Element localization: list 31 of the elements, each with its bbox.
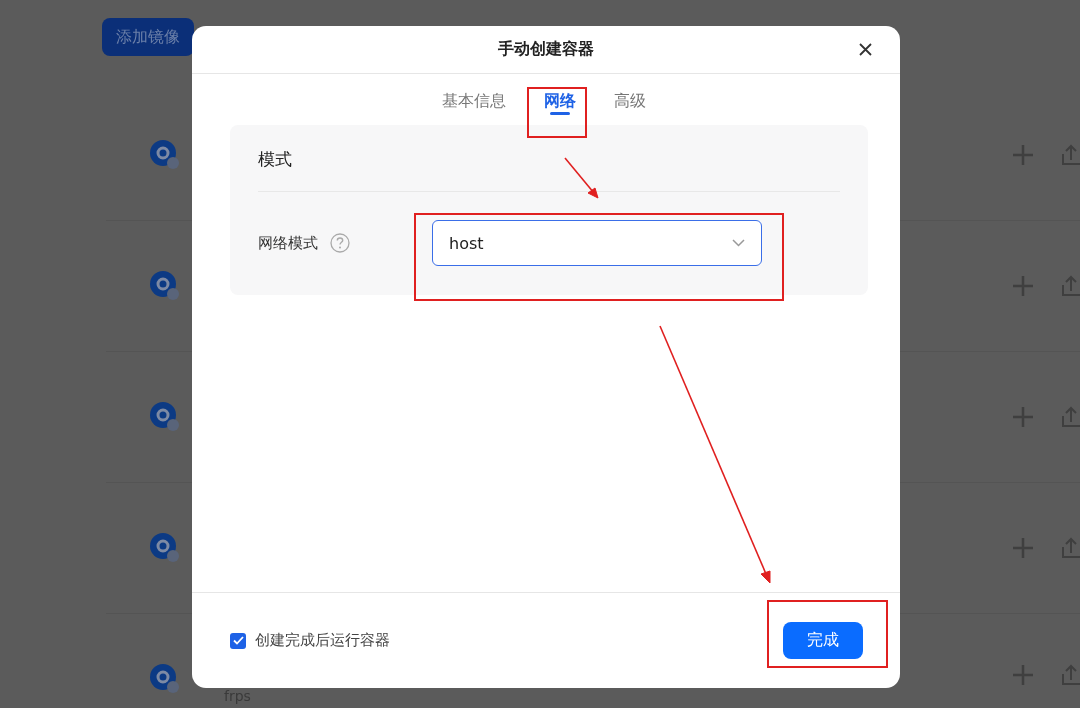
checkbox[interactable]	[230, 632, 246, 649]
field-label: 网络模式	[258, 233, 318, 253]
help-icon[interactable]	[330, 233, 350, 253]
close-icon[interactable]	[859, 43, 872, 56]
share-icon[interactable]	[1062, 537, 1080, 559]
add-image-button[interactable]: 添加镜像	[102, 18, 194, 56]
plus-icon[interactable]	[1012, 275, 1034, 297]
plus-icon[interactable]	[1012, 406, 1034, 428]
done-button[interactable]: 完成	[783, 622, 863, 659]
disc-icon	[150, 140, 180, 170]
disc-icon	[150, 664, 180, 694]
dialog-title: 手动创建容器	[498, 39, 594, 60]
plus-icon[interactable]	[1012, 144, 1034, 166]
share-icon[interactable]	[1062, 275, 1080, 297]
share-icon[interactable]	[1062, 406, 1080, 428]
share-icon[interactable]	[1062, 664, 1080, 686]
tab[interactable]: 网络	[536, 91, 584, 115]
annotation-box	[527, 87, 587, 138]
checkbox-label: 创建完成后运行容器	[255, 631, 390, 650]
network-mode-select[interactable]: host	[432, 220, 762, 266]
tab[interactable]: 高级	[606, 91, 654, 115]
annotation-arrow	[564, 157, 599, 199]
disc-icon	[150, 533, 180, 563]
tab[interactable]: 基本信息	[434, 91, 514, 115]
chevron-down-icon	[732, 239, 745, 247]
share-icon[interactable]	[1062, 144, 1080, 166]
disc-icon	[150, 271, 180, 301]
section-title: 模式	[258, 125, 840, 192]
plus-icon[interactable]	[1012, 664, 1034, 686]
plus-icon[interactable]	[1012, 537, 1034, 559]
disc-icon	[150, 402, 180, 432]
